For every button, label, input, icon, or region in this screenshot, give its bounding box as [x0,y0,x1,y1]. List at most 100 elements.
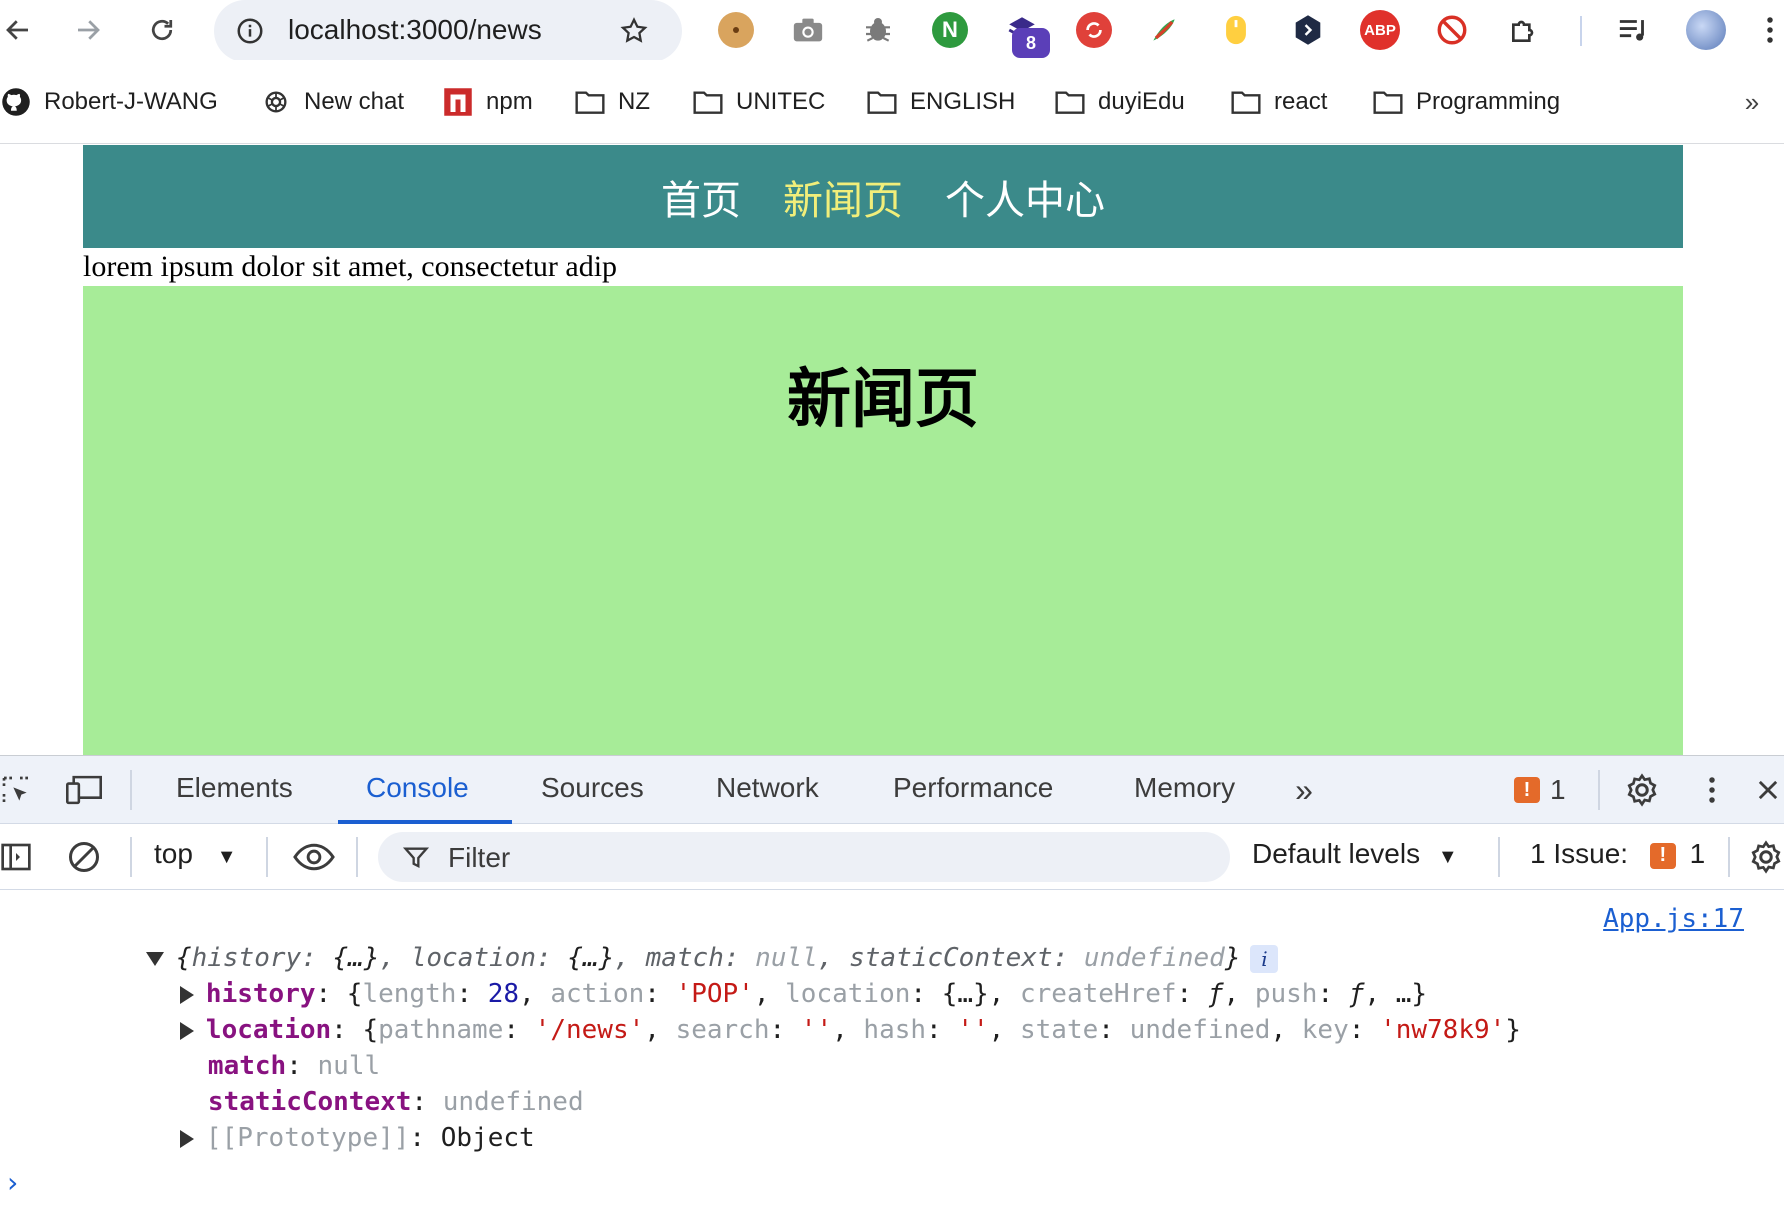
context-value: top [154,838,193,869]
site-info-icon[interactable] [232,13,268,49]
console-output: App.js:17 {history: {…}, location: {…}, … [0,890,1784,1210]
property-key: [[Prototype]] [205,1123,410,1153]
bookmark-label: NZ [618,88,650,115]
toolbar-separator [266,837,268,877]
openai-icon [260,87,292,117]
devtools-panel: Elements Console Sources Network Perform… [0,755,1784,1210]
expand-triangle-icon[interactable] [179,1129,194,1148]
live-expression-eye-icon[interactable] [290,835,338,879]
bookmark-item[interactable]: Programming [1372,82,1560,122]
clear-console-icon[interactable] [62,835,106,879]
reload-icon [151,19,173,41]
dropdown-caret-icon: ▼ [216,846,237,868]
kebab-menu-icon[interactable] [1756,8,1784,52]
settings-gear-icon[interactable] [1620,768,1664,812]
tab-performance[interactable]: Performance [893,772,1053,804]
url-text[interactable]: localhost:3000/news [288,14,542,46]
news-panel: 新闻页 [83,286,1683,755]
sidebar-toggle-icon[interactable] [0,835,38,879]
bookmark-label: npm [486,88,533,115]
devtools-menu-icon[interactable] [1690,768,1734,812]
toolbar-separator [130,770,132,810]
issues-button[interactable]: 1 Issue: ! 1 [1530,838,1705,870]
property-key: search [675,1015,770,1045]
lorem-text: lorem ipsum dolor sit amet, consectetur … [83,250,618,283]
tab-elements[interactable]: Elements [176,772,293,804]
property-key: hash [863,1015,927,1045]
camera-icon[interactable] [786,8,830,52]
bookmark-item[interactable]: Robert-J-WANG [0,82,218,122]
toolbar-separator [1728,837,1730,877]
bookmark-item[interactable]: duyiEdu [1054,82,1185,122]
property-key: key [1301,1015,1349,1045]
folder-icon [574,87,606,117]
console-filter-input[interactable]: Filter [378,832,1230,882]
property-value: '' [800,1015,833,1045]
bug-icon[interactable] [856,8,900,52]
adblock-icon[interactable]: ABP [1358,8,1402,52]
issues-count: 1 [1689,838,1706,869]
property-key: state [1019,1015,1099,1045]
log-levels-dropdown[interactable]: Default levels ▼ [1252,838,1458,870]
npm-icon [442,87,474,117]
bookmark-item[interactable]: npm [442,82,533,122]
bookmark-item[interactable]: NZ [574,82,650,122]
more-tabs-icon[interactable]: » [1282,768,1326,812]
close-devtools-icon[interactable] [1752,768,1784,812]
hex-extension-icon[interactable] [1286,8,1330,52]
bookmark-star-icon[interactable] [614,11,654,51]
bookmarks-overflow-icon[interactable]: » [1734,84,1770,120]
bookmark-item[interactable]: react [1230,82,1327,122]
bookmark-item[interactable]: ENGLISH [866,82,1015,122]
context-selector[interactable]: top ▼ [154,838,237,870]
bookmarks-bar: Robert-J-WANG New chat npm NZ UNITEC ENG… [0,60,1784,144]
block-icon[interactable] [1430,8,1474,52]
tab-memory[interactable]: Memory [1134,772,1235,804]
toolbar-separator [130,837,132,877]
bookmark-item[interactable]: New chat [260,82,404,122]
bookmark-item[interactable]: UNITEC [692,82,825,122]
warnings-counter[interactable]: ! 1 [1514,768,1578,812]
browser-toolbar: localhost:3000/news N 8 ABP [0,0,1784,62]
inspect-element-icon[interactable] [0,768,38,812]
console-prompt[interactable]: › [4,1166,21,1199]
reload-button[interactable] [138,6,186,54]
page-viewport: 首页 新闻页 个人中心 lorem ipsum dolor sit amet, … [0,145,1784,755]
device-toolbar-icon[interactable] [62,768,106,812]
bookmark-label: react [1274,88,1328,115]
folder-icon [1054,87,1086,117]
nav-link-home[interactable]: 首页 [661,168,741,226]
back-button[interactable] [0,6,42,54]
site-nav: 首页 新闻页 个人中心 [83,145,1683,248]
bookmark-label: duyiEdu [1098,88,1185,115]
tab-console[interactable]: Console [366,772,469,804]
profile-avatar[interactable] [1684,8,1728,52]
page-title: 新闻页 [787,362,979,437]
address-bar[interactable]: localhost:3000/news [214,0,682,62]
tab-network[interactable]: Network [716,772,819,804]
feather-extension-icon[interactable] [1142,8,1186,52]
forward-button[interactable] [64,6,112,54]
cookie-icon[interactable] [714,8,758,52]
nav-link-news[interactable]: 新闻页 [783,168,903,226]
sync-extension-icon[interactable] [1072,8,1116,52]
property-key: pathname [378,1015,504,1045]
toolbar-separator [356,837,358,877]
folder-icon [866,87,898,117]
nav-link-profile[interactable]: 个人中心 [945,168,1105,226]
media-control-icon[interactable] [1612,8,1656,52]
warning-count: 1 [1550,774,1566,805]
source-link[interactable]: App.js:17 [1603,904,1744,934]
dropdown-caret-icon: ▼ [1437,846,1458,868]
folder-icon [692,87,724,117]
folder-icon [1230,87,1262,117]
tab-sources[interactable]: Sources [541,772,644,804]
bookmark-label: New chat [304,88,405,115]
bookmark-label: UNITEC [736,88,826,115]
console-settings-gear-icon[interactable] [1748,835,1784,879]
n-extension-icon[interactable]: N [928,8,972,52]
mouse-extension-icon[interactable] [1214,8,1258,52]
toolbar-separator [1498,837,1500,877]
puzzle-icon[interactable] [1502,8,1546,52]
log-property-prototype[interactable]: [[Prototype]]: Object [86,1084,535,1192]
